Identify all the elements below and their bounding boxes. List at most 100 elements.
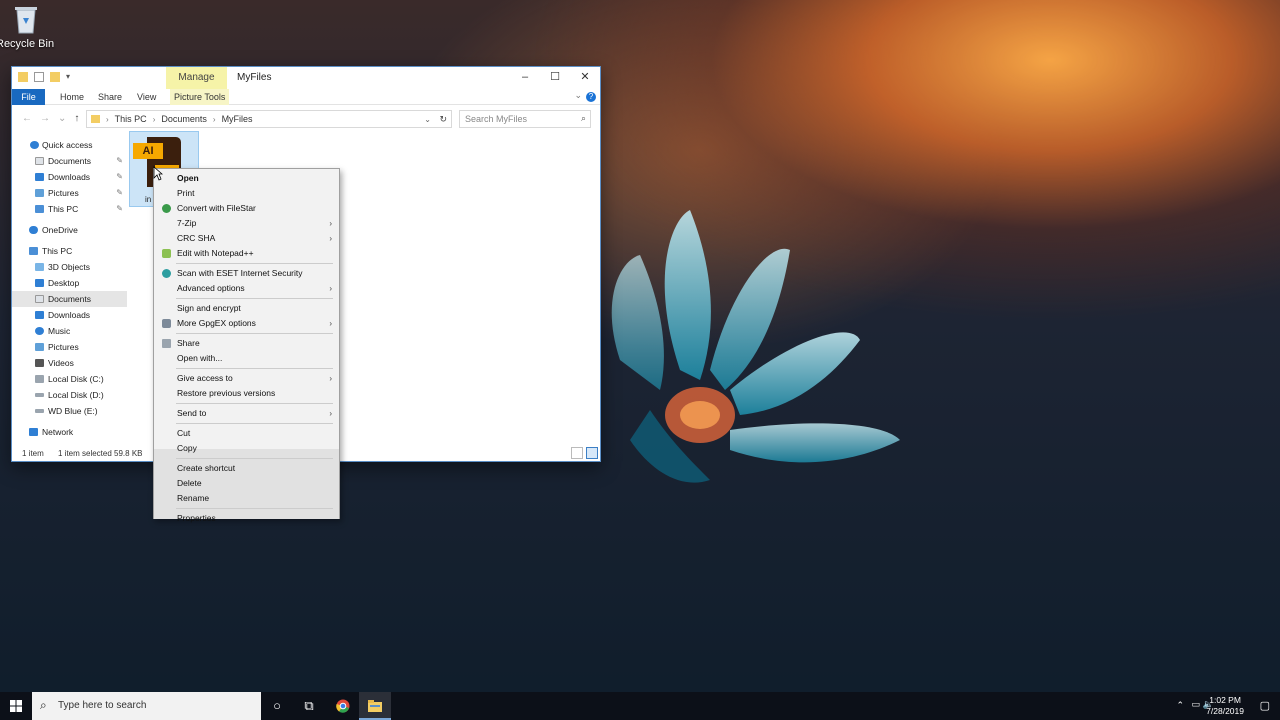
- menu-label: Advanced options: [177, 283, 245, 293]
- search-input[interactable]: Search MyFiles ⌕: [459, 110, 591, 128]
- network-tray-icon[interactable]: ▭: [1191, 699, 1200, 710]
- context-menu: Open Print Convert with FileStar 7-Zip › …: [153, 168, 340, 523]
- nav-3d-objects[interactable]: 3D Objects: [12, 259, 127, 275]
- taskbar-search-placeholder: Type here to search: [58, 700, 147, 711]
- breadcrumb-documents[interactable]: Documents: [161, 114, 207, 124]
- menu-label: Send to: [177, 408, 207, 418]
- recent-locations-icon[interactable]: ⌄: [58, 113, 66, 124]
- properties-icon[interactable]: [34, 72, 44, 82]
- show-hidden-icons-icon[interactable]: ⌃: [1176, 700, 1184, 711]
- start-button[interactable]: [0, 692, 32, 720]
- 3d-objects-icon: [35, 263, 44, 271]
- nav-quick-downloads[interactable]: Downloads ✎: [12, 169, 127, 185]
- address-bar[interactable]: › This PC › Documents › MyFiles ⌄ ↻: [86, 110, 452, 128]
- nav-quick-pictures[interactable]: Pictures ✎: [12, 185, 127, 201]
- menu-restore-versions[interactable]: Restore previous versions: [154, 386, 339, 401]
- menu-print[interactable]: Print: [154, 186, 339, 201]
- nav-quick-documents[interactable]: Documents ✎: [12, 153, 127, 169]
- menu-7zip[interactable]: 7-Zip ›: [154, 216, 339, 231]
- menu-share[interactable]: Share: [154, 336, 339, 351]
- task-view-icon[interactable]: ⧉: [293, 692, 325, 720]
- nav-music[interactable]: Music: [12, 323, 127, 339]
- tab-view[interactable]: View: [137, 89, 156, 105]
- window-controls: – ☐ ✕: [510, 67, 600, 87]
- nav-network[interactable]: Network: [12, 424, 127, 440]
- nav-quick-access[interactable]: Quick access: [12, 137, 127, 153]
- expand-ribbon-icon[interactable]: ⌄: [574, 90, 582, 101]
- filestar-icon: [162, 204, 171, 213]
- minimize-button[interactable]: –: [510, 67, 540, 87]
- new-folder-icon[interactable]: [50, 72, 60, 82]
- breadcrumb-this-pc[interactable]: This PC: [115, 114, 147, 124]
- tab-share[interactable]: Share: [98, 89, 122, 105]
- windows-logo-icon: [10, 700, 22, 712]
- details-view-icon[interactable]: [571, 447, 583, 459]
- menu-open[interactable]: Open: [154, 171, 339, 186]
- menu-send-to[interactable]: Send to ›: [154, 406, 339, 421]
- menu-convert-filestar[interactable]: Convert with FileStar: [154, 201, 339, 216]
- clock[interactable]: 1:02 PM 7/28/2019: [1206, 695, 1244, 717]
- nav-this-pc[interactable]: This PC: [12, 243, 127, 259]
- navigation-buttons: ← → ⌄ ↑: [22, 113, 79, 124]
- cortana-icon[interactable]: ○: [261, 692, 293, 720]
- breadcrumb-separator: ›: [212, 114, 216, 124]
- menu-more-gpgex[interactable]: More GpgEX options ›: [154, 316, 339, 331]
- close-button[interactable]: ✕: [570, 67, 600, 87]
- nav-label: Documents: [48, 294, 91, 304]
- tab-manage[interactable]: Manage: [166, 67, 227, 89]
- menu-label: CRC SHA: [177, 233, 216, 243]
- menu-label: Scan with ESET Internet Security: [177, 268, 303, 278]
- file-explorer-taskbar-icon[interactable]: [359, 692, 391, 720]
- nav-desktop[interactable]: Desktop: [12, 275, 127, 291]
- menu-delete[interactable]: Delete: [154, 476, 339, 491]
- menu-sign-encrypt[interactable]: Sign and encrypt: [154, 301, 339, 316]
- customize-qat-icon[interactable]: ▾: [66, 72, 76, 82]
- menu-rename[interactable]: Rename: [154, 491, 339, 506]
- breadcrumb-myfiles[interactable]: MyFiles: [222, 114, 253, 124]
- menu-advanced-options[interactable]: Advanced options ›: [154, 281, 339, 296]
- menu-edit-notepad[interactable]: Edit with Notepad++: [154, 246, 339, 261]
- nav-onedrive[interactable]: OneDrive: [12, 222, 127, 238]
- nav-documents[interactable]: Documents: [12, 291, 127, 307]
- menu-scan-eset[interactable]: Scan with ESET Internet Security: [154, 266, 339, 281]
- nav-local-disk-c[interactable]: Local Disk (C:): [12, 371, 127, 387]
- taskbar-search-input[interactable]: ⌕ Type here to search: [32, 692, 261, 720]
- nav-pictures[interactable]: Pictures: [12, 339, 127, 355]
- nav-quick-this-pc[interactable]: This PC ✎: [12, 201, 127, 217]
- window-title: MyFiles: [237, 72, 272, 83]
- menu-give-access[interactable]: Give access to ›: [154, 371, 339, 386]
- chrome-icon[interactable]: [327, 692, 359, 720]
- menu-properties[interactable]: Properties: [154, 511, 339, 526]
- mouse-cursor-icon: [153, 166, 163, 181]
- tab-file[interactable]: File: [12, 89, 45, 105]
- menu-crc-sha[interactable]: CRC SHA ›: [154, 231, 339, 246]
- pin-icon: ✎: [116, 172, 123, 181]
- nav-local-disk-d[interactable]: Local Disk (D:): [12, 387, 127, 403]
- maximize-button[interactable]: ☐: [540, 67, 570, 87]
- nav-wd-blue-e[interactable]: WD Blue (E:): [12, 403, 127, 419]
- menu-label: Share: [177, 338, 200, 348]
- desktop-icon-recycle-bin[interactable]: Recycle Bin: [0, 4, 54, 50]
- title-bar: ▾ Manage MyFiles – ☐ ✕: [12, 67, 600, 89]
- nav-label: Downloads: [48, 172, 91, 182]
- nav-downloads[interactable]: Downloads: [12, 307, 127, 323]
- menu-open-with[interactable]: Open with...: [154, 351, 339, 366]
- submenu-arrow-icon: ›: [329, 234, 332, 243]
- tab-picture-tools[interactable]: Picture Tools: [170, 89, 230, 105]
- up-icon[interactable]: ↑: [74, 113, 79, 124]
- menu-copy[interactable]: Copy: [154, 441, 339, 456]
- large-icons-view-icon[interactable]: [586, 447, 598, 459]
- help-icon[interactable]: ?: [586, 92, 596, 102]
- action-center-icon[interactable]: ▢: [1260, 699, 1270, 712]
- pictures-icon: [35, 343, 44, 351]
- nav-videos[interactable]: Videos: [12, 355, 127, 371]
- notepad-plus-icon: [162, 249, 171, 258]
- selection-info: 1 item selected 59.8 KB: [58, 449, 143, 458]
- address-dropdown-icon[interactable]: ⌄: [424, 115, 431, 124]
- menu-create-shortcut[interactable]: Create shortcut: [154, 461, 339, 476]
- tab-home[interactable]: Home: [60, 89, 84, 105]
- forward-icon[interactable]: →: [40, 113, 50, 124]
- menu-cut[interactable]: Cut: [154, 426, 339, 441]
- back-icon[interactable]: ←: [22, 113, 32, 124]
- refresh-icon[interactable]: ↻: [439, 114, 447, 125]
